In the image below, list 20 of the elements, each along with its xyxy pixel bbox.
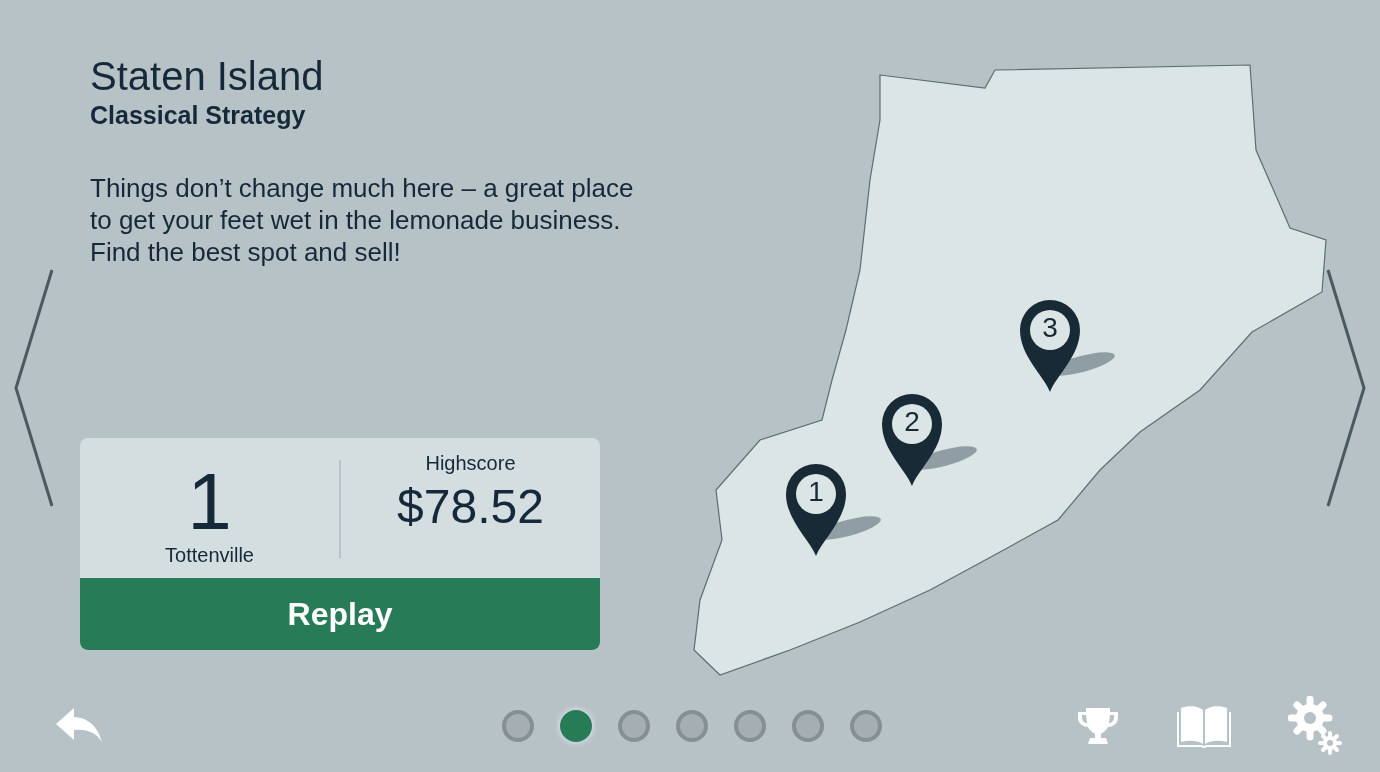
next-button[interactable] [1324, 268, 1368, 508]
highscore-value: $78.52 [397, 479, 544, 534]
book-icon[interactable] [1176, 704, 1232, 748]
settings-icon[interactable] [1288, 696, 1344, 756]
page-dot[interactable] [502, 710, 534, 742]
page-dot[interactable] [850, 710, 882, 742]
page-dot[interactable] [560, 710, 592, 742]
replay-button[interactable]: Replay [80, 578, 600, 650]
location-label: Tottenville [165, 544, 254, 567]
highscore-label: Highscore [425, 452, 516, 475]
page-dot[interactable] [792, 710, 824, 742]
rank-number: 1 [187, 460, 232, 544]
level-title: Staten Island [90, 54, 325, 99]
page-dot[interactable] [734, 710, 766, 742]
previous-button[interactable] [12, 268, 56, 508]
level-subtitle: Classical Strategy [90, 101, 307, 130]
trophy-icon[interactable] [1076, 706, 1120, 746]
level-description: Things don’t change much here – a great place to get your feet wet in the lemonade business. Find the best spot and sell! [90, 172, 635, 268]
page-dot[interactable] [676, 710, 708, 742]
page-dot[interactable] [618, 710, 650, 742]
